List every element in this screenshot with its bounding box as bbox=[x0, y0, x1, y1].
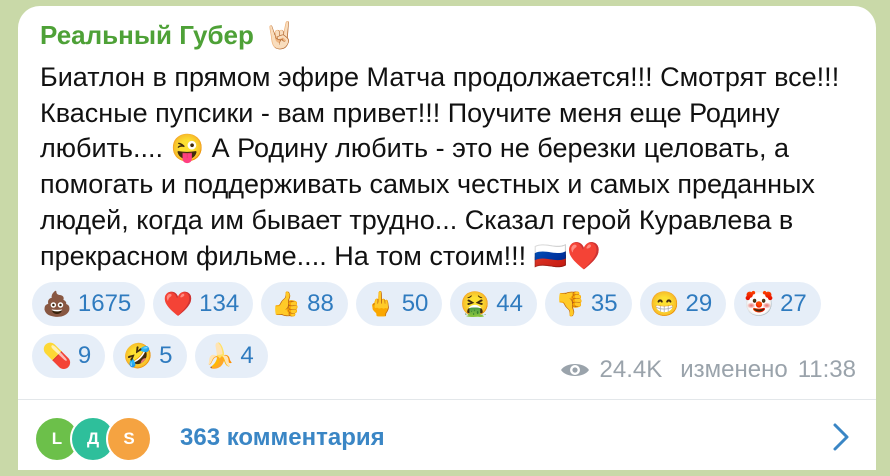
reaction-middle-finger[interactable]: 🖕 50 bbox=[355, 282, 443, 326]
chevron-right-icon bbox=[833, 423, 849, 451]
edited-label: изменено bbox=[680, 356, 788, 383]
reaction-banana[interactable]: 🍌 4 bbox=[194, 334, 268, 378]
commenter-avatars: L Д S bbox=[34, 416, 164, 462]
reaction-rofl[interactable]: 🤣 5 bbox=[113, 334, 187, 378]
reaction-count: 44 bbox=[496, 290, 523, 317]
avatar: S bbox=[106, 416, 152, 462]
channel-title[interactable]: Реальный Губер 🤘🏻 bbox=[40, 20, 296, 51]
reaction-count: 1675 bbox=[77, 290, 132, 317]
heart-emoji-icon: ❤️ bbox=[567, 240, 601, 271]
eye-icon bbox=[560, 364, 589, 376]
comments-count-label: 363 комментария bbox=[180, 424, 385, 451]
reaction-count: 35 bbox=[590, 290, 618, 317]
banana-emoji-icon: 🍌 bbox=[204, 342, 235, 370]
message-bubble: Реальный Губер 🤘🏻 Биатлон в прямом эфире… bbox=[18, 6, 876, 470]
reaction-clown[interactable]: 🤡 27 bbox=[734, 282, 821, 326]
reaction-thumbs-down[interactable]: 👎 35 bbox=[545, 282, 632, 326]
views-count: 24.4K bbox=[599, 356, 663, 383]
reaction-count: 88 bbox=[307, 290, 334, 317]
vomit-emoji-icon: 🤮 bbox=[460, 290, 491, 318]
pill-emoji-icon: 💊 bbox=[42, 342, 72, 370]
reaction-poop[interactable]: 💩 1675 bbox=[32, 282, 146, 326]
message-time: 11:38 bbox=[797, 356, 856, 383]
reaction-count: 9 bbox=[77, 342, 92, 369]
message-text: Биатлон в прямом эфире Матча продолжаетс… bbox=[40, 60, 860, 274]
rock-hand-emoji-icon: 🤘🏻 bbox=[263, 20, 297, 50]
grin-emoji-icon: 😁 bbox=[649, 290, 680, 318]
reaction-count: 5 bbox=[159, 342, 173, 369]
reaction-heart[interactable]: ❤️ 134 bbox=[153, 282, 254, 326]
comments-button[interactable]: L Д S 363 комментария bbox=[18, 400, 876, 476]
reaction-count: 50 bbox=[401, 290, 429, 317]
middle-finger-emoji-icon: 🖕 bbox=[365, 290, 396, 318]
reaction-count: 27 bbox=[780, 290, 807, 317]
russia-flag-emoji-icon: 🇷🇺 bbox=[533, 240, 568, 271]
message-meta: 24.4K изменено 11:38 bbox=[560, 356, 856, 384]
wink-emoji-icon: 😜 bbox=[170, 133, 205, 164]
thumbs-down-emoji-icon: 👎 bbox=[555, 290, 585, 318]
reaction-count: 134 bbox=[199, 290, 240, 317]
reaction-thumbs-up[interactable]: 👍 88 bbox=[261, 282, 348, 326]
reaction-vomit[interactable]: 🤮 44 bbox=[450, 282, 537, 326]
thumbs-up-emoji-icon: 👍 bbox=[271, 290, 302, 318]
heart-emoji-icon: ❤️ bbox=[163, 290, 194, 318]
clown-emoji-icon: 🤡 bbox=[744, 290, 775, 318]
reaction-count: 29 bbox=[685, 290, 713, 317]
poop-emoji-icon: 💩 bbox=[42, 290, 72, 318]
rofl-emoji-icon: 🤣 bbox=[123, 342, 154, 370]
reaction-pill[interactable]: 💊 9 bbox=[32, 334, 106, 378]
reaction-grin[interactable]: 😁 29 bbox=[639, 282, 727, 326]
reaction-count: 4 bbox=[240, 342, 254, 369]
channel-name: Реальный Губер bbox=[40, 20, 254, 50]
